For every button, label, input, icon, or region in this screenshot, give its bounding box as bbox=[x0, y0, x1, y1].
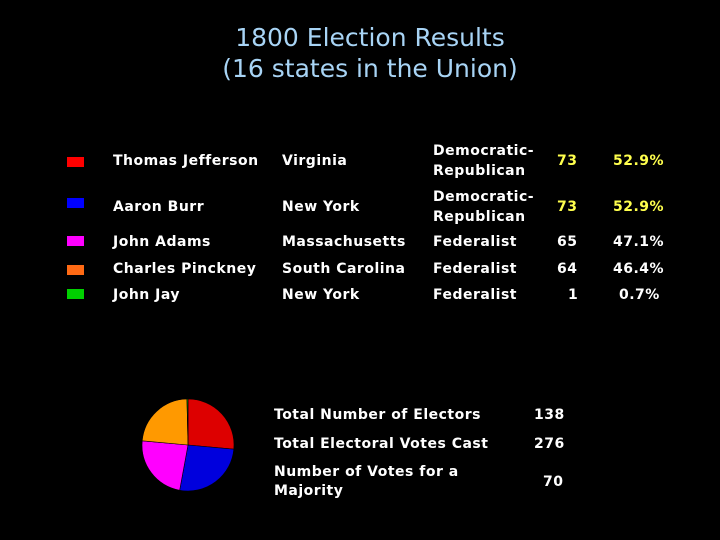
candidate-name: John Jay bbox=[113, 287, 180, 303]
majority-value: 70 bbox=[543, 474, 564, 490]
candidate-name: Aaron Burr bbox=[113, 199, 205, 215]
legend-swatch-adams bbox=[67, 236, 84, 246]
title-line-2: (16 states in the Union) bbox=[222, 54, 518, 83]
total-electors-value: 138 bbox=[534, 407, 565, 423]
title-line-1: 1800 Election Results bbox=[235, 23, 505, 52]
candidate-votes: 73 bbox=[557, 153, 578, 169]
pie-slice-charles-pinckney bbox=[141, 398, 189, 446]
candidate-votes: 1 bbox=[568, 287, 579, 303]
candidate-votes: 64 bbox=[557, 261, 578, 277]
pie-slice-aaron-burr bbox=[179, 444, 235, 492]
party-line-2: Republican bbox=[433, 163, 526, 179]
candidate-state: New York bbox=[282, 287, 360, 303]
legend-swatch-pinckney bbox=[67, 265, 84, 275]
candidate-votes: 65 bbox=[557, 234, 578, 250]
party-line-1: Democratic- bbox=[433, 143, 535, 159]
candidate-state: Virginia bbox=[282, 153, 348, 169]
candidate-percent: 46.4% bbox=[613, 261, 665, 277]
candidate-party: Democratic- Republican bbox=[433, 141, 534, 181]
candidate-votes: 73 bbox=[557, 199, 578, 215]
legend-swatch-jay bbox=[67, 289, 84, 299]
party-line-1: Democratic- bbox=[433, 189, 535, 205]
candidate-percent: 47.1% bbox=[613, 234, 665, 250]
party-line-2: Republican bbox=[433, 209, 526, 225]
candidate-state: New York bbox=[282, 199, 360, 215]
page-title: 1800 Election Results (16 states in the … bbox=[0, 22, 720, 84]
majority-label-line-1: Number of Votes for a bbox=[274, 464, 459, 480]
pie-slice-john-adams bbox=[141, 440, 189, 491]
majority-label-line-2: Majority bbox=[274, 483, 344, 499]
candidate-name: John Adams bbox=[113, 234, 211, 250]
candidate-party: Federalist bbox=[433, 234, 517, 250]
pie-slice-thomas-jefferson bbox=[187, 398, 235, 450]
total-electors-label: Total Number of Electors bbox=[274, 407, 481, 423]
vote-share-pie-chart bbox=[141, 398, 235, 492]
candidate-party: Federalist bbox=[433, 287, 517, 303]
candidate-name: Charles Pinckney bbox=[113, 261, 257, 277]
candidate-state: South Carolina bbox=[282, 261, 406, 277]
candidate-percent: 52.9% bbox=[613, 153, 665, 169]
candidate-party: Federalist bbox=[433, 261, 517, 277]
candidate-party: Democratic- Republican bbox=[433, 187, 534, 227]
total-votes-cast-label: Total Electoral Votes Cast bbox=[274, 436, 489, 452]
majority-label: Number of Votes for a Majority bbox=[274, 463, 459, 501]
total-votes-cast-value: 276 bbox=[534, 436, 565, 452]
legend-swatch-jefferson bbox=[67, 157, 84, 167]
candidate-state: Massachusetts bbox=[282, 234, 406, 250]
candidate-percent: 52.9% bbox=[613, 199, 665, 215]
legend-swatch-burr bbox=[67, 198, 84, 208]
candidate-percent: 0.7% bbox=[619, 287, 660, 303]
candidate-name: Thomas Jefferson bbox=[113, 153, 259, 169]
